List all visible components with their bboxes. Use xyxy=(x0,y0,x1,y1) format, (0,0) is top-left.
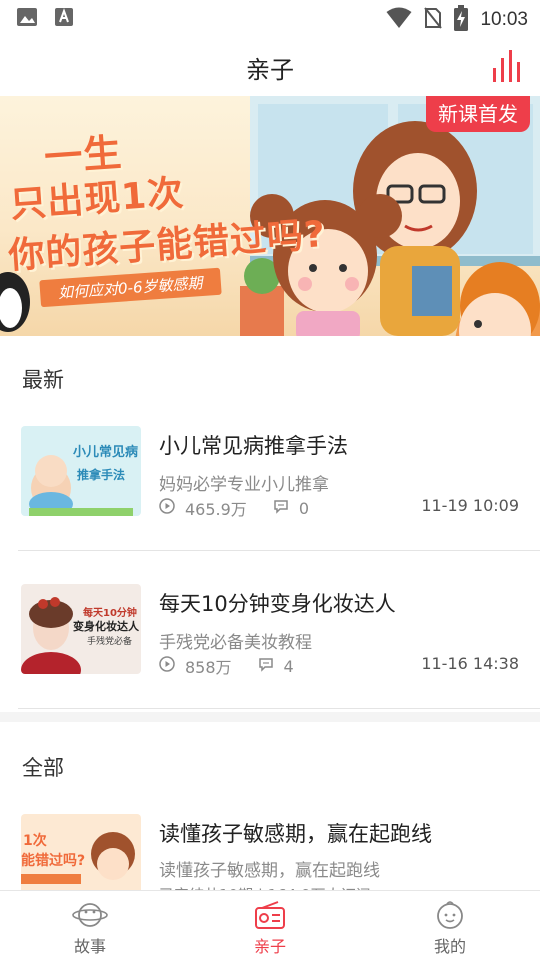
baby-face-icon xyxy=(433,900,467,934)
app-screen: 10:03 亲子 新课首发 一生 只出现1次 你的孩子能错过吗? 如何应对0-6… xyxy=(0,0,540,960)
bar-chart-icon xyxy=(493,50,520,82)
thumbnail-caption: 能错过吗? xyxy=(21,853,86,869)
tab-label: 亲子 xyxy=(253,937,286,956)
no-sim-icon xyxy=(424,6,443,34)
thumbnail-caption: 变身化妆达人 xyxy=(73,620,139,633)
section-gap xyxy=(0,712,540,722)
play-count: 858万 xyxy=(185,658,232,677)
course-thumbnail: 小儿常见病 推拿手法 xyxy=(21,426,141,516)
comment-count: 4 xyxy=(283,656,294,676)
radio-icon xyxy=(254,900,286,934)
stats-button[interactable] xyxy=(490,48,526,84)
play-count-icon xyxy=(159,656,175,676)
item-date: 11-19 10:09 xyxy=(421,496,519,515)
tab-mine[interactable]: 我的 xyxy=(360,891,540,960)
item-meta: 465.9万 0 xyxy=(159,496,309,520)
section-title-latest: 最新 xyxy=(22,368,64,392)
section-title-all: 全部 xyxy=(22,756,64,780)
battery-charging-icon xyxy=(454,5,469,35)
page-title: 亲子 xyxy=(246,56,294,84)
thumbnail-caption: 小儿常见病 xyxy=(73,445,139,460)
banner-badge: 新课首发 xyxy=(426,96,530,132)
item-meta: 858万 4 xyxy=(159,654,294,678)
promo-banner[interactable]: 新课首发 一生 只出现1次 你的孩子能错过吗? 如何应对0-6岁敏感期 xyxy=(0,96,540,336)
comment-icon xyxy=(258,656,274,676)
divider xyxy=(18,550,540,551)
item-subtitle: 手残党必备美妆教程 xyxy=(159,633,312,653)
comment-icon xyxy=(273,498,289,518)
item-title: 每天10分钟变身化妆达人 xyxy=(159,592,396,616)
thumbnail-caption: 手残党必备 xyxy=(87,637,133,647)
play-count: 465.9万 xyxy=(185,500,247,519)
thumbnail-caption: 1次 xyxy=(23,833,47,849)
status-bar: 10:03 xyxy=(0,0,540,36)
image-icon xyxy=(16,7,38,31)
comment-count: 0 xyxy=(298,498,309,518)
thumbnail-caption: 推拿手法 xyxy=(77,468,126,482)
item-subtitle: 读懂孩子敏感期，赢在起跑线 xyxy=(159,861,380,881)
item-date: 11-16 14:38 xyxy=(421,654,519,673)
item-title: 小儿常见病推拿手法 xyxy=(159,434,348,458)
tab-story[interactable]: 故事 xyxy=(0,891,180,960)
course-thumbnail: 每天10分钟 变身化妆达人 手残党必备 xyxy=(21,584,141,674)
app-header: 亲子 xyxy=(0,36,540,96)
item-subtitle: 妈妈必学专业小儿推拿 xyxy=(159,475,329,495)
tab-label: 故事 xyxy=(73,937,106,956)
wifi-icon xyxy=(386,7,412,33)
bottom-navigation: 故事 亲子 我的 xyxy=(0,890,540,960)
thumbnail-caption: 每天10分钟 xyxy=(83,608,137,619)
planet-icon xyxy=(72,900,108,934)
list-item[interactable]: 每天10分钟 变身化妆达人 手残党必备 每天10分钟变身化妆达人 手残党必备美妆… xyxy=(0,576,540,678)
status-time: 10:03 xyxy=(480,9,528,30)
item-title: 读懂孩子敏感期，赢在起跑线 xyxy=(159,822,432,846)
tab-parenting[interactable]: 亲子 xyxy=(180,891,360,960)
list-item[interactable]: 小儿常见病 推拿手法 小儿常见病推拿手法 妈妈必学专业小儿推拿 465.9万 0… xyxy=(0,418,540,520)
font-icon xyxy=(54,7,74,31)
tab-label: 我的 xyxy=(433,937,466,956)
play-count-icon xyxy=(159,498,175,518)
divider xyxy=(18,708,540,709)
